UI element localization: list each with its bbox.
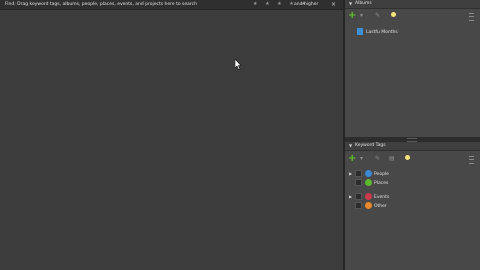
albums-title: Albums [355,1,372,6]
new-tag-plus-icon[interactable]: + [348,154,356,164]
lightbulb-icon[interactable] [391,12,396,17]
tag-category-people[interactable]: ▶ People [349,169,389,178]
tag-category-icon[interactable]: ▤ [389,155,395,163]
collapse-triangle-icon[interactable]: ▼ [349,0,352,8]
albums-panel-header[interactable]: ▼ Albums [345,0,480,9]
album-label: Lastfu Months [366,30,398,35]
mouse-cursor-icon [235,59,242,70]
tag-category-other[interactable]: Other [349,202,387,211]
album-list-item[interactable]: Lastfu Months [357,28,398,37]
other-tag-icon [365,202,372,209]
search-bar[interactable]: Find: Drag keyword tags, albums, people,… [0,0,343,10]
rating-suffix-label: and higher [294,2,319,7]
new-album-plus-icon[interactable]: + [348,11,356,21]
tag-checkbox[interactable] [355,179,362,186]
tag-label: Other [374,204,387,209]
tag-checkbox[interactable] [355,202,362,209]
places-tag-icon [365,179,372,186]
tag-category-places[interactable]: Places [349,179,388,188]
tag-category-events[interactable]: ▶ Events [349,192,389,201]
keyword-tags-toolbar: + ▾ ✎ ▤ [345,153,480,165]
tag-checkbox[interactable] [355,170,362,177]
collapse-triangle-icon[interactable]: ▼ [349,142,352,150]
keyword-tags-panel: ▼ Keyword Tags + ▾ ✎ ▤ ▶ People Places ▶ E… [345,142,480,270]
search-instructions: Find: Drag keyword tags, albums, people,… [5,2,197,7]
panel-menu-icon[interactable] [469,156,474,164]
lightbulb-icon[interactable] [405,155,410,160]
tag-label: Places [374,181,389,186]
edit-pencil-icon[interactable]: ✎ [375,12,380,20]
albums-toolbar: + ▾ ✎ [345,10,480,22]
edit-pencil-icon[interactable]: ✎ [375,155,380,163]
new-album-dropdown-icon[interactable]: ▾ [360,12,363,20]
new-tag-dropdown-icon[interactable]: ▾ [360,155,363,163]
people-tag-icon [365,170,372,177]
tag-checkbox[interactable] [355,193,362,200]
albums-panel: ▼ Albums + ▾ ✎ Lastfu Months [345,0,480,137]
panel-menu-icon[interactable] [469,13,474,21]
tag-label: People [374,172,389,177]
close-search-icon[interactable]: × [331,0,336,9]
keyword-tags-panel-header[interactable]: ▼ Keyword Tags [345,142,480,151]
album-icon [357,28,363,35]
events-tag-icon [365,193,372,200]
keyword-tags-title: Keyword Tags [355,143,386,148]
media-browser-area[interactable] [0,10,343,270]
tag-label: Events [374,195,390,200]
